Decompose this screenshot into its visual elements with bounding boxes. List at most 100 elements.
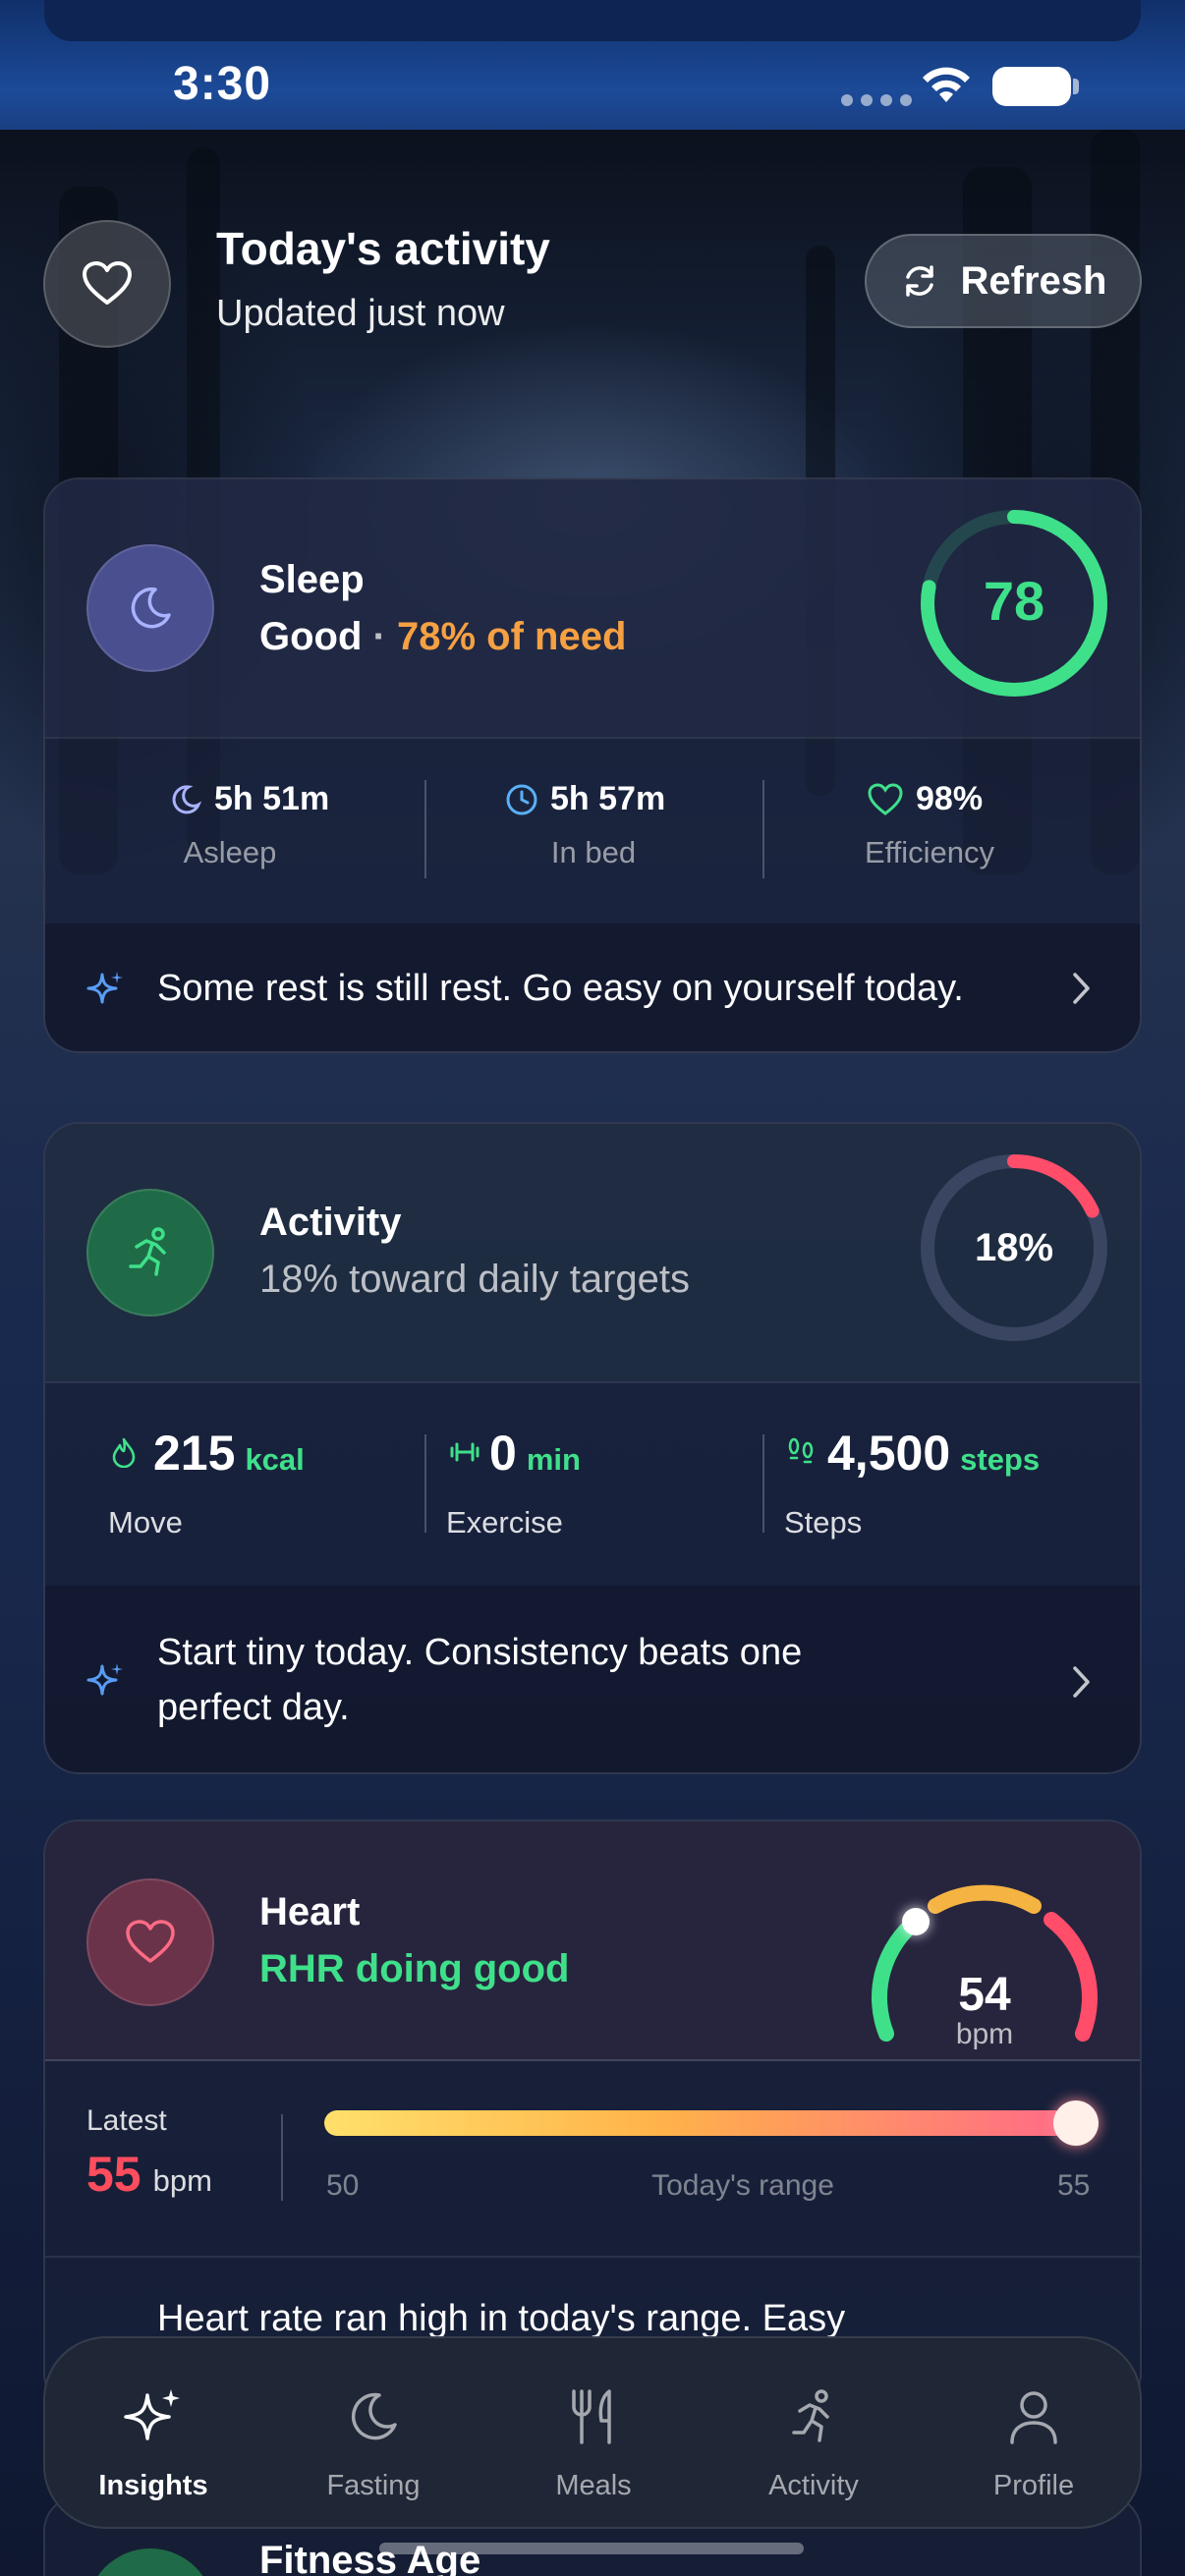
- tab-fasting[interactable]: Fasting: [275, 2338, 472, 2531]
- move-value-group: 215 kcal: [153, 1425, 305, 1482]
- sparkle-icon: [86, 1663, 123, 1696]
- wifi-icon: [923, 67, 970, 102]
- sleep-stat-asleep: 5h 51m: [169, 780, 329, 818]
- tab-activity-label: Activity: [768, 2470, 859, 2501]
- running-icon: [792, 2389, 829, 2442]
- sleep-inbed-label: In bed: [550, 835, 637, 869]
- sleep-tip-row[interactable]: Some rest is still rest. Go easy on your…: [45, 924, 1140, 1051]
- exercise-value-group: 0 min: [489, 1425, 581, 1482]
- tab-meals-label: Meals: [555, 2470, 632, 2501]
- tab-profile[interactable]: Profile: [935, 2338, 1132, 2531]
- heart-range-knob: [1053, 2100, 1099, 2146]
- running-icon: [129, 1227, 166, 1276]
- latest-unit: bpm: [152, 2163, 212, 2198]
- exercise-value: 0: [489, 1426, 517, 1481]
- move-value: 215: [153, 1426, 236, 1481]
- flame-icon: [112, 1437, 136, 1468]
- sleep-quality: Good: [259, 615, 363, 658]
- person-icon: [1010, 2391, 1057, 2444]
- refresh-label: Refresh: [960, 258, 1107, 303]
- sleep-icon-badge: [86, 544, 214, 672]
- exercise-label: Exercise: [446, 1505, 563, 1540]
- sleep-need: 78% of need: [397, 615, 627, 658]
- moon-icon: [131, 587, 171, 629]
- sleep-efficiency-label: Efficiency: [864, 835, 995, 869]
- steps-value: 4,500: [827, 1426, 951, 1481]
- heart-icon: [126, 1920, 175, 1963]
- heart-status: RHR doing good: [259, 1947, 570, 1990]
- page-title: Today's activity: [216, 223, 550, 274]
- sparkle-icon: [86, 972, 123, 1004]
- status-time: 3:30: [173, 58, 272, 110]
- home-indicator: [379, 2543, 804, 2554]
- latest-label: Latest: [86, 2104, 167, 2137]
- range-label: Today's range: [651, 2169, 834, 2202]
- steps-value-group: 4,500 steps: [827, 1425, 1040, 1482]
- steps-label: Steps: [784, 1505, 863, 1540]
- sleep-separator: ·: [372, 615, 386, 658]
- battery-icon: [992, 67, 1079, 106]
- tab-insights[interactable]: Insights: [55, 2338, 252, 2531]
- sleep-efficiency-value: 98%: [916, 780, 984, 817]
- sleep-score-ring: 78: [921, 510, 1107, 697]
- clock-icon: [506, 784, 537, 814]
- tab-profile-label: Profile: [992, 2470, 1075, 2501]
- gauge-value: 54: [958, 1969, 1011, 2021]
- tab-meals[interactable]: Meals: [495, 2338, 692, 2531]
- chevron-right-icon: [1073, 973, 1090, 1004]
- steps-unit: steps: [960, 1442, 1041, 1477]
- activity-tip-text: Start tiny today. Consistency beats one …: [157, 1625, 802, 1735]
- moon-small-icon: [172, 784, 202, 813]
- sleep-stat-inbed: 5h 57m: [505, 780, 665, 818]
- sleep-asleep-label: Asleep: [183, 835, 277, 869]
- updated-status: Updated just now: [216, 293, 505, 334]
- sleep-asleep-value: 5h 51m: [214, 780, 330, 817]
- heart-range-bar: [324, 2110, 1077, 2136]
- tab-activity[interactable]: Activity: [715, 2338, 912, 2531]
- heart-avatar-button[interactable]: [43, 220, 171, 348]
- sleep-summary: Good · 78% of need: [259, 615, 626, 659]
- footprints-icon: [788, 1437, 814, 1464]
- dumbbell-icon: [450, 1442, 480, 1462]
- moon-icon: [351, 2392, 397, 2440]
- sleep-card[interactable]: Sleep Good · 78% of need 78 5h 51m Aslee…: [43, 477, 1142, 1053]
- activity-ring-value: 18%: [975, 1226, 1053, 1269]
- sleep-score-value: 78: [984, 570, 1044, 632]
- activity-tip-row[interactable]: Start tiny today. Consistency beats one …: [45, 1586, 1140, 1772]
- tab-fasting-label: Fasting: [326, 2470, 421, 2501]
- bottom-tab-bar: Insights Fasting Meals Activity Profile: [43, 2336, 1142, 2529]
- sparkles-icon: [124, 2389, 180, 2440]
- exercise-unit: min: [526, 1442, 581, 1477]
- tab-insights-label: Insights: [98, 2470, 208, 2501]
- cellular-dots-icon: [841, 94, 912, 106]
- move-unit: kcal: [245, 1442, 305, 1477]
- activity-tip-line-1: Start tiny today. Consistency beats one: [157, 1632, 803, 1673]
- heart-small-icon: [868, 782, 903, 815]
- range-max: 55: [1057, 2169, 1091, 2202]
- activity-card[interactable]: Activity 18% toward daily targets 18% 21…: [43, 1122, 1142, 1774]
- notification-banner-edge: [44, 0, 1141, 41]
- heart-outline-icon: [83, 261, 132, 305]
- latest-reading: 55 bpm: [86, 2146, 212, 2203]
- move-label: Move: [108, 1505, 183, 1540]
- sleep-title: Sleep: [259, 558, 365, 601]
- sleep-inbed-value: 5h 57m: [550, 780, 666, 817]
- fork-knife-icon: [572, 2389, 611, 2444]
- chevron-right-icon: [1073, 1666, 1090, 1698]
- heart-title: Heart: [259, 1890, 361, 1933]
- activity-icon-badge: [86, 1189, 214, 1316]
- heart-icon-badge: [86, 1878, 214, 2006]
- latest-value: 55: [86, 2147, 141, 2202]
- refresh-icon: [905, 265, 933, 297]
- refresh-button[interactable]: Refresh: [865, 234, 1142, 328]
- range-min: 50: [326, 2169, 360, 2202]
- sleep-tip-text: Some rest is still rest. Go easy on your…: [157, 968, 964, 1009]
- activity-title: Activity: [259, 1201, 402, 1244]
- activity-tip-line-2: perfect day.: [157, 1687, 350, 1728]
- activity-subtitle: 18% toward daily targets: [259, 1258, 691, 1301]
- gauge-unit: bpm: [956, 2018, 1013, 2050]
- heart-rate-gauge: 54 bpm: [872, 1884, 1098, 2050]
- activity-progress-ring: 18%: [921, 1154, 1107, 1341]
- status-bar: 3:30: [0, 0, 1185, 130]
- gauge-marker: [902, 1908, 930, 1935]
